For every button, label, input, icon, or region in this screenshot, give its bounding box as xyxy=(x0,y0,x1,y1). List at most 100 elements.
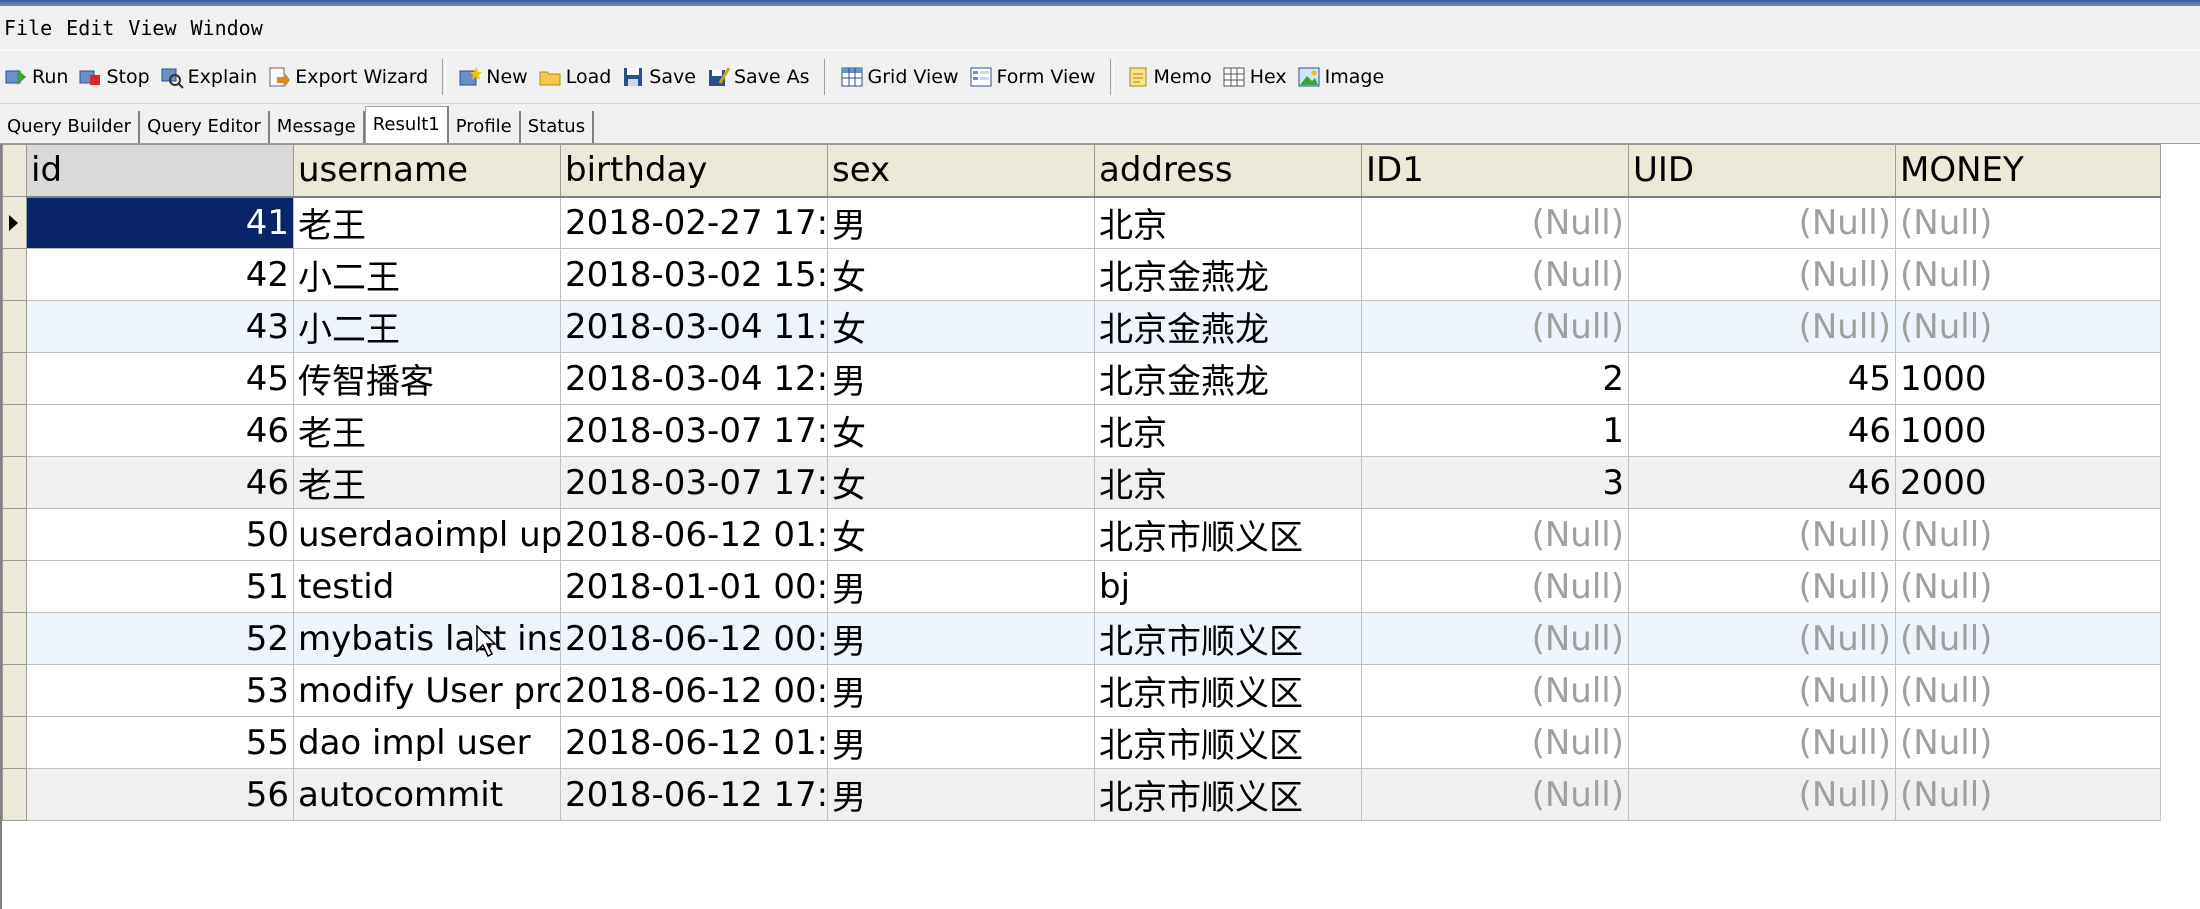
cell-username[interactable]: dao impl user xyxy=(293,716,561,769)
cell-username[interactable]: 小二王 xyxy=(293,248,561,301)
cell-id[interactable]: 45 xyxy=(26,352,294,405)
menu-window[interactable]: Window xyxy=(187,16,271,40)
cell-birthday[interactable]: 2018-06-12 01:1 xyxy=(560,508,828,561)
table-row[interactable]: 51 testid 2018-01-01 00:0 男 bj (Null) (Null) (N… xyxy=(2,560,2161,613)
tab-profile[interactable]: Profile xyxy=(449,111,521,143)
cell-money[interactable]: 2000 xyxy=(1895,456,2161,509)
tab-query-builder[interactable]: Query Builder xyxy=(0,111,141,143)
cell-address[interactable]: 北京金燕龙 xyxy=(1094,248,1362,301)
column-header-id1[interactable]: ID1 xyxy=(1361,144,1629,198)
save-as-button[interactable]: Save As xyxy=(702,57,816,97)
cell-id[interactable]: 51 xyxy=(26,560,294,613)
tab-status[interactable]: Status xyxy=(521,111,595,143)
column-header-id[interactable]: id xyxy=(26,144,294,198)
explain-button[interactable]: Explain xyxy=(156,57,264,97)
column-header-username[interactable]: username xyxy=(293,144,561,198)
cell-username[interactable]: testid xyxy=(293,560,561,613)
cell-id1[interactable]: (Null) xyxy=(1361,248,1629,301)
cell-id1[interactable]: (Null) xyxy=(1361,664,1629,717)
cell-username[interactable]: modify User prc xyxy=(293,664,561,717)
image-button[interactable]: Image xyxy=(1293,57,1391,97)
cell-money[interactable]: (Null) xyxy=(1895,716,2161,769)
row-indicator[interactable] xyxy=(2,456,27,509)
cell-sex[interactable]: 男 xyxy=(827,768,1095,821)
cell-username[interactable]: 老王 xyxy=(293,456,561,509)
stop-button[interactable]: Stop xyxy=(74,57,155,97)
table-row[interactable]: 41 老王 2018-02-27 17:4 男北京 (Null) (Null) (Null) xyxy=(2,196,2161,249)
table-row[interactable]: 55 dao impl user 2018-06-12 01:1 男北京市顺义区 (Nu… xyxy=(2,716,2161,769)
cell-uid[interactable]: (Null) xyxy=(1628,196,1896,249)
cell-uid[interactable]: 45 xyxy=(1628,352,1896,405)
cell-sex[interactable]: 男 xyxy=(827,664,1095,717)
result-grid[interactable]: id username birthday sex address ID1 UID… xyxy=(0,144,2200,909)
cell-sex[interactable]: 女 xyxy=(827,508,1095,561)
tab-message[interactable]: Message xyxy=(270,111,365,143)
cell-username[interactable]: 老王 xyxy=(293,196,561,249)
cell-username[interactable]: mybatis last ins xyxy=(293,612,561,665)
table-row[interactable]: 46 老王 2018-03-07 17:3 女北京 1 46 1000 xyxy=(2,404,2161,457)
new-button[interactable]: New xyxy=(454,57,533,97)
cell-birthday[interactable]: 2018-06-12 00:2 xyxy=(560,664,828,717)
column-header-money[interactable]: MONEY xyxy=(1895,144,2161,198)
menu-edit[interactable]: Edit xyxy=(62,16,122,40)
cell-username[interactable]: 传智播客 xyxy=(293,352,561,405)
cell-birthday[interactable]: 2018-03-04 11:3 xyxy=(560,300,828,353)
row-indicator[interactable] xyxy=(2,300,27,353)
table-row[interactable]: 56 autocommit 2018-06-12 17:2 男北京市顺义区 (Null)… xyxy=(2,768,2161,821)
cell-money[interactable]: (Null) xyxy=(1895,664,2161,717)
cell-id[interactable]: 42 xyxy=(26,248,294,301)
cell-username[interactable]: 小二王 xyxy=(293,300,561,353)
cell-birthday[interactable]: 2018-03-07 17:3 xyxy=(560,456,828,509)
row-indicator[interactable] xyxy=(2,508,27,561)
row-indicator[interactable] xyxy=(2,404,27,457)
cell-sex[interactable]: 男 xyxy=(827,560,1095,613)
row-indicator[interactable] xyxy=(2,664,27,717)
column-header-uid[interactable]: UID xyxy=(1628,144,1896,198)
cell-id1[interactable]: (Null) xyxy=(1361,768,1629,821)
menu-file[interactable]: File xyxy=(0,16,60,40)
cell-uid[interactable]: (Null) xyxy=(1628,300,1896,353)
cell-uid[interactable]: 46 xyxy=(1628,404,1896,457)
cell-money[interactable]: 1000 xyxy=(1895,404,2161,457)
cell-sex[interactable]: 女 xyxy=(827,248,1095,301)
cell-money[interactable]: (Null) xyxy=(1895,196,2161,249)
cell-id1[interactable]: (Null) xyxy=(1361,508,1629,561)
column-header-birthday[interactable]: birthday xyxy=(560,144,828,198)
cell-address[interactable]: 北京市顺义区 xyxy=(1094,612,1362,665)
cell-id[interactable]: 46 xyxy=(26,404,294,457)
cell-birthday[interactable]: 2018-06-12 00:0 xyxy=(560,612,828,665)
cell-money[interactable]: (Null) xyxy=(1895,248,2161,301)
cell-id[interactable]: 50 xyxy=(26,508,294,561)
cell-address[interactable]: 北京市顺义区 xyxy=(1094,716,1362,769)
cell-sex[interactable]: 女 xyxy=(827,300,1095,353)
cell-username[interactable]: userdaoimpl up xyxy=(293,508,561,561)
cell-birthday[interactable]: 2018-03-02 15:0 xyxy=(560,248,828,301)
cell-id[interactable]: 43 xyxy=(26,300,294,353)
cell-id1[interactable]: 1 xyxy=(1361,404,1629,457)
cell-id1[interactable]: 3 xyxy=(1361,456,1629,509)
cell-address[interactable]: bj xyxy=(1094,560,1362,613)
cell-money[interactable]: (Null) xyxy=(1895,508,2161,561)
cell-id1[interactable]: (Null) xyxy=(1361,560,1629,613)
cell-uid[interactable]: 46 xyxy=(1628,456,1896,509)
cell-money[interactable]: 1000 xyxy=(1895,352,2161,405)
cell-money[interactable]: (Null) xyxy=(1895,768,2161,821)
cell-id1[interactable]: (Null) xyxy=(1361,300,1629,353)
cell-sex[interactable]: 女 xyxy=(827,456,1095,509)
cell-sex[interactable]: 男 xyxy=(827,716,1095,769)
cell-birthday[interactable]: 2018-02-27 17:4 xyxy=(560,196,828,249)
cell-username[interactable]: 老王 xyxy=(293,404,561,457)
export-wizard-button[interactable]: Export Wizard xyxy=(263,57,434,97)
cell-uid[interactable]: (Null) xyxy=(1628,508,1896,561)
cell-address[interactable]: 北京 xyxy=(1094,456,1362,509)
cell-username[interactable]: autocommit xyxy=(293,768,561,821)
table-row[interactable]: 45 传智播客 2018-03-04 12:0 男北京金燕龙 2 45 1000 xyxy=(2,352,2161,405)
row-indicator[interactable] xyxy=(2,716,27,769)
cell-address[interactable]: 北京市顺义区 xyxy=(1094,768,1362,821)
cell-birthday[interactable]: 2018-03-07 17:3 xyxy=(560,404,828,457)
table-row[interactable]: 42 小二王 2018-03-02 15:0 女北京金燕龙 (Null) (Null) (N… xyxy=(2,248,2161,301)
cell-money[interactable]: (Null) xyxy=(1895,300,2161,353)
cell-uid[interactable]: (Null) xyxy=(1628,768,1896,821)
cell-sex[interactable]: 男 xyxy=(827,612,1095,665)
table-row[interactable]: 46 老王 2018-03-07 17:3 女北京 3 46 2000 xyxy=(2,456,2161,509)
